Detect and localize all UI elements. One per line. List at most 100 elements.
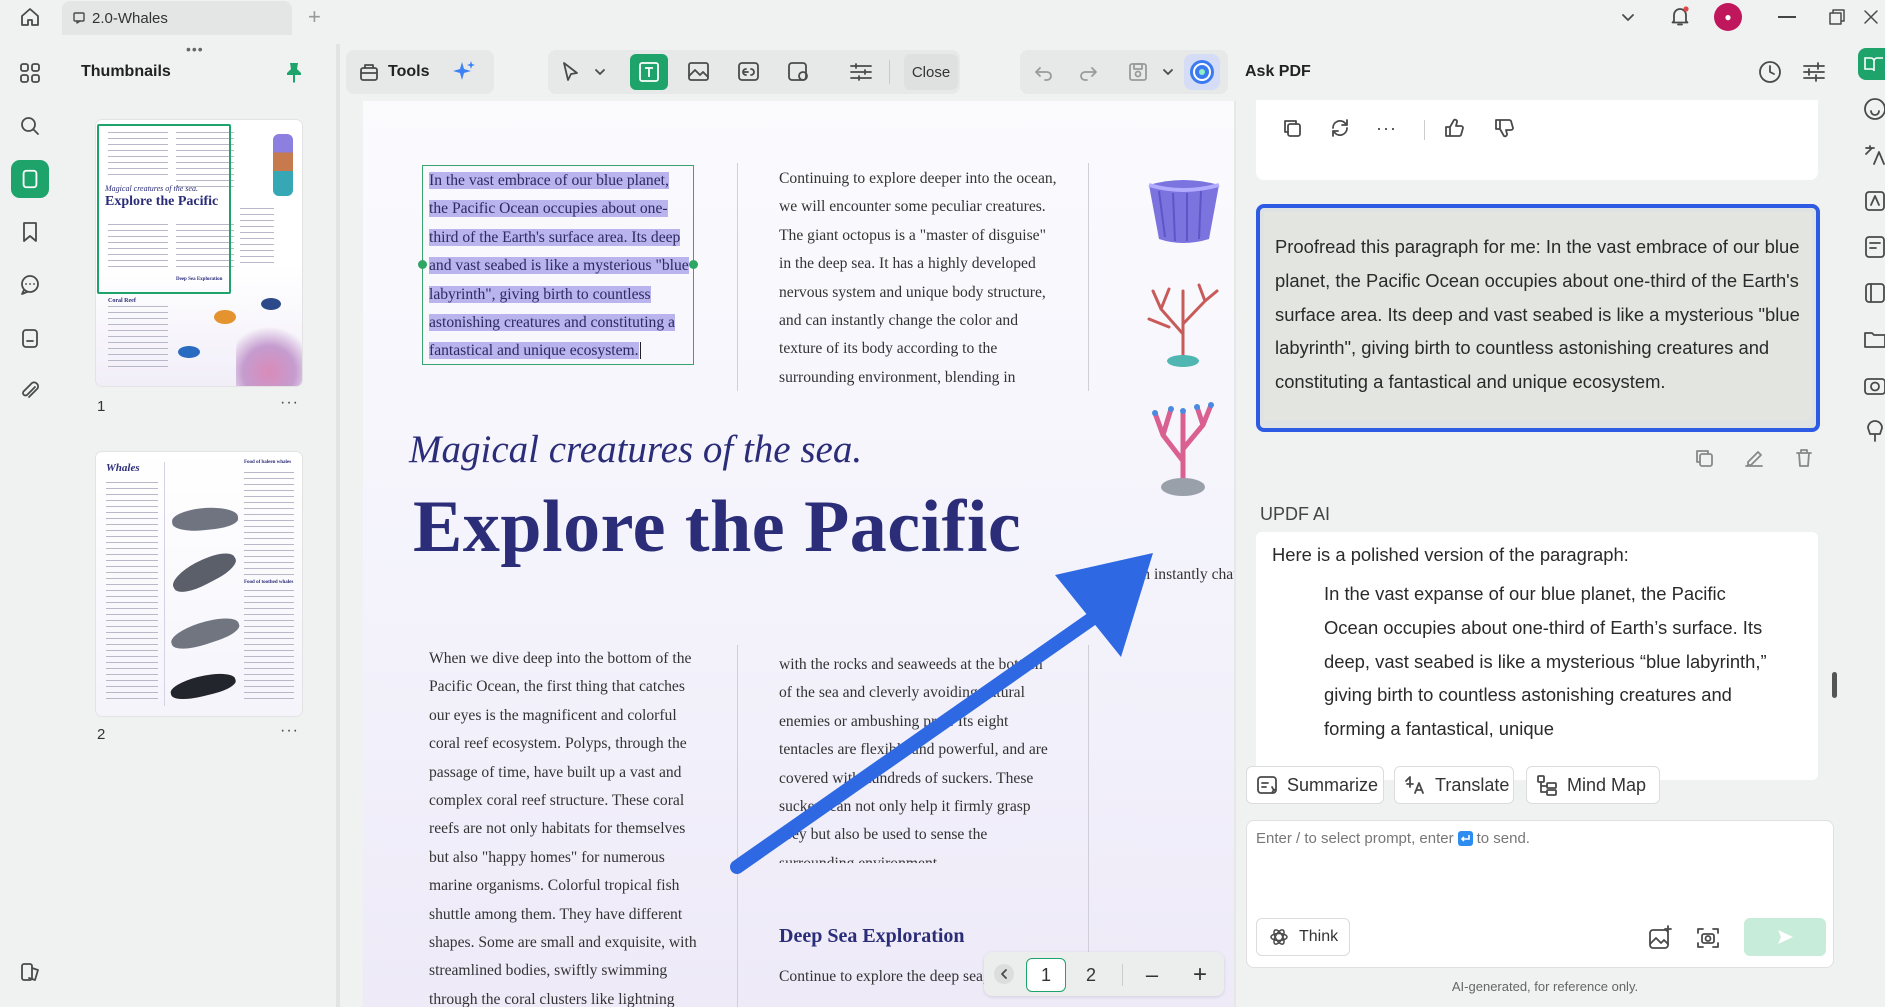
more-icon[interactable]: ··· <box>1376 118 1397 139</box>
thumbs-down-icon[interactable] <box>1492 116 1516 140</box>
mind-map-chip[interactable]: Mind Map <box>1526 766 1660 804</box>
undo-icon[interactable] <box>1032 60 1056 84</box>
image-tool-icon[interactable] <box>686 60 712 84</box>
chevron-down-icon[interactable] <box>1618 7 1638 27</box>
add-image-icon[interactable] <box>1646 924 1674 952</box>
copy-icon[interactable] <box>1280 116 1304 140</box>
thumb-text-lines <box>108 306 168 372</box>
panel-splitter[interactable] <box>336 44 340 1007</box>
thumbnail-page-2[interactable]: Whales Food of baleen whales Food of too… <box>96 452 302 716</box>
prompt-input-placeholder[interactable]: Enter / to select prompt, enter to send. <box>1256 830 1530 847</box>
fish-illustration <box>178 346 200 358</box>
page-view-icon[interactable] <box>11 160 49 198</box>
thumb-current-frame <box>97 124 231 294</box>
thumbnail-page-1-more-icon[interactable]: ··· <box>280 394 299 412</box>
bookmark-icon[interactable] <box>11 213 49 251</box>
page-1-button[interactable]: 1 <box>1026 958 1066 992</box>
select-dropdown-icon[interactable] <box>592 64 608 80</box>
link-tool-icon[interactable] <box>736 60 762 84</box>
attachment-icon[interactable] <box>11 372 49 410</box>
pdf-page[interactable]: In the vast embrace of our blue planet, … <box>363 101 1234 1007</box>
close-window-icon[interactable] <box>1860 6 1882 28</box>
zoom-in-button[interactable]: + <box>1182 958 1218 992</box>
layers-icon[interactable] <box>11 953 49 991</box>
resize-handle-left[interactable] <box>418 260 427 269</box>
selected-text-box[interactable]: In the vast embrace of our blue planet, … <box>418 165 698 366</box>
book-icon[interactable] <box>1862 280 1885 306</box>
properties-tool-icon[interactable] <box>848 60 874 84</box>
grid-icon[interactable] <box>11 54 49 92</box>
present-icon[interactable] <box>1862 418 1885 444</box>
copy-message-icon[interactable] <box>1692 446 1716 470</box>
sea-anemone-illustration <box>1139 177 1227 247</box>
new-tab-icon[interactable]: + <box>308 5 328 29</box>
ask-pdf-panel: Ask PDF ··· Proofread this paragraph for… <box>1236 44 1854 1007</box>
regenerate-icon[interactable] <box>1328 116 1352 140</box>
avatar[interactable]: ● <box>1714 3 1742 31</box>
ai-sparkle-icon[interactable] <box>451 59 477 85</box>
pages-icon[interactable] <box>11 319 49 357</box>
search-icon[interactable] <box>11 107 49 145</box>
prev-page-icon[interactable] <box>994 964 1014 984</box>
resize-handle-right[interactable] <box>689 260 698 269</box>
column-divider <box>737 163 738 391</box>
camera-icon[interactable] <box>1862 372 1885 398</box>
arrow-annotation[interactable] <box>723 541 1203 881</box>
comment-icon[interactable] <box>11 266 49 304</box>
orca-illustration <box>168 668 238 704</box>
reader-icon[interactable] <box>1858 48 1885 80</box>
thumbs-up-icon[interactable] <box>1442 116 1466 140</box>
history-icon[interactable] <box>1756 58 1784 86</box>
translate-side-icon[interactable] <box>1862 142 1885 168</box>
watermark-tool-icon[interactable] <box>786 60 812 84</box>
minimize-icon[interactable] <box>1778 16 1796 18</box>
fish-illustration <box>214 310 236 324</box>
folder-icon[interactable] <box>1862 326 1885 352</box>
placeholder-prefix: Enter / to select prompt, enter <box>1256 830 1454 847</box>
close-edit-button[interactable]: Close <box>904 54 958 90</box>
section-heading: Deep Sea Exploration <box>779 925 965 947</box>
thumbnail-page-2-more-icon[interactable]: ··· <box>280 722 299 740</box>
thumbnail-page-2-label: 2 <box>97 726 106 743</box>
restore-icon[interactable] <box>1827 7 1847 27</box>
user-message-card[interactable]: Proofread this paragraph for me: In the … <box>1256 204 1820 432</box>
select-tool-icon[interactable] <box>558 59 584 85</box>
summarize-chip[interactable]: Summarize <box>1246 766 1384 804</box>
selected-paragraph[interactable]: In the vast embrace of our blue planet, … <box>429 167 691 366</box>
thumbnail-page-1[interactable]: Magical creatures of the sea. Explore th… <box>96 120 302 386</box>
mind-map-label: Mind Map <box>1567 774 1647 795</box>
save-dropdown-icon[interactable] <box>1160 64 1176 80</box>
delete-message-icon[interactable] <box>1792 446 1816 470</box>
whale-illustration <box>168 611 242 655</box>
thumbnails-title: Thumbnails <box>81 63 171 80</box>
page-2-button[interactable]: 2 <box>1072 958 1110 992</box>
send-button[interactable] <box>1744 918 1826 956</box>
home-icon[interactable] <box>18 5 42 29</box>
bell-icon[interactable] <box>1668 4 1692 28</box>
screenshot-icon[interactable] <box>1694 924 1722 952</box>
whale-illustration <box>168 545 240 599</box>
ai-assistant-icon[interactable] <box>1184 54 1220 90</box>
tools-button[interactable]: Tools <box>346 50 494 94</box>
translate-chip[interactable]: Translate <box>1394 766 1514 804</box>
pin-icon[interactable] <box>284 61 304 83</box>
ocr-icon[interactable] <box>1862 188 1885 214</box>
thumb-text-lines <box>244 472 294 580</box>
thumb1-heading-coral: Coral Reef <box>108 298 136 304</box>
text-edit-tool[interactable] <box>630 54 668 90</box>
user-message-text: Proofread this paragraph for me: In the … <box>1275 236 1800 393</box>
zoom-out-button[interactable]: – <box>1134 958 1170 992</box>
redo-icon[interactable] <box>1076 60 1100 84</box>
think-toggle[interactable]: Think <box>1256 918 1350 956</box>
form-icon[interactable] <box>1862 234 1885 260</box>
save-icon[interactable] <box>1126 60 1150 84</box>
panel-drag-handle[interactable]: ••• <box>186 42 210 56</box>
summarize-label: Summarize <box>1287 774 1379 795</box>
document-tab[interactable]: 2.0-Whales <box>62 1 292 35</box>
edit-message-icon[interactable] <box>1742 446 1766 470</box>
emoji-icon[interactable] <box>1862 96 1885 122</box>
selected-text: In the vast embrace of our blue planet, … <box>429 172 689 360</box>
chat-scrollbar-thumb[interactable] <box>1832 672 1837 698</box>
settings-sliders-icon[interactable] <box>1800 58 1828 86</box>
mind-map-icon <box>1535 773 1559 797</box>
